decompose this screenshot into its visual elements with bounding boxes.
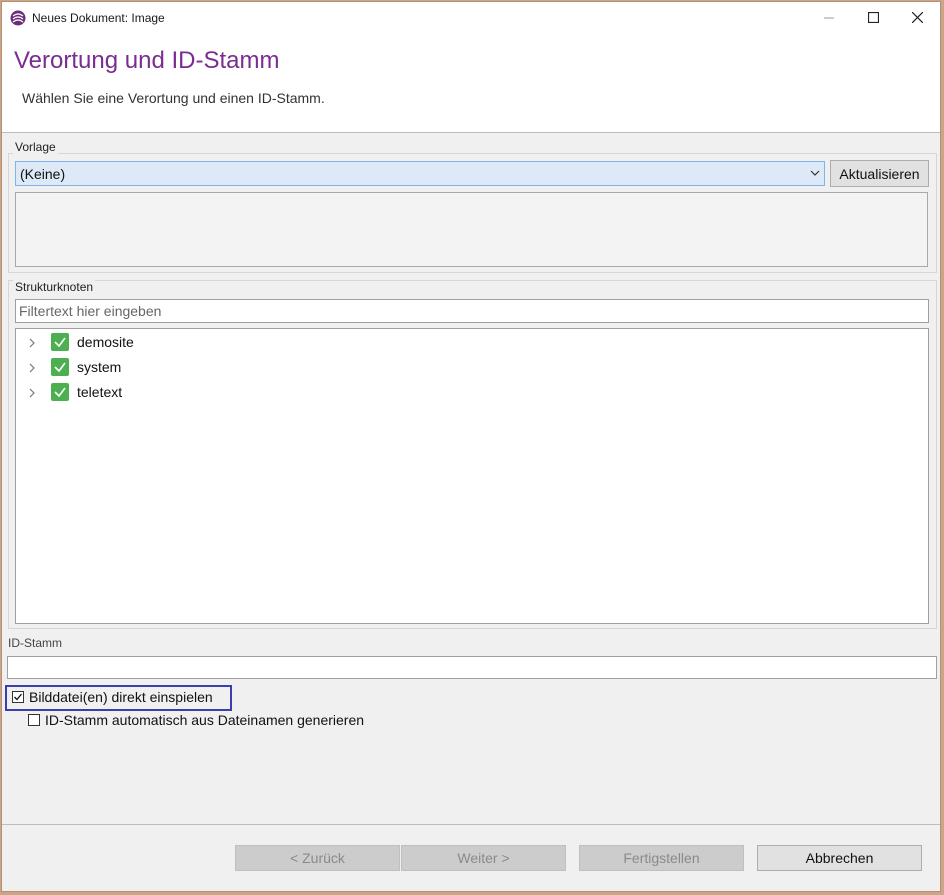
checkbox-unchecked-icon[interactable] <box>28 714 40 726</box>
title-bar: Neues Dokument: Image <box>2 2 940 33</box>
tree-node-teletext[interactable]: teletext <box>16 381 316 406</box>
chevron-right-icon[interactable] <box>26 337 38 349</box>
auto-id-label: ID-Stamm automatisch aus Dateinamen gene… <box>45 712 365 728</box>
checkbox-checked-icon[interactable] <box>12 691 24 703</box>
strukturknoten-label: Strukturknoten <box>13 280 96 294</box>
tree-node-system[interactable]: system <box>16 356 316 381</box>
cancel-button[interactable]: Abbrechen <box>757 845 922 871</box>
bilddatei-label: Bilddatei(en) direkt einspielen <box>29 689 213 705</box>
idstamm-field[interactable] <box>8 657 940 680</box>
minimize-button[interactable] <box>806 2 852 33</box>
maximize-button[interactable] <box>850 2 896 33</box>
vorlage-description <box>15 192 928 267</box>
aktualisieren-button[interactable]: Aktualisieren <box>830 160 929 187</box>
page-subtitle: Wählen Sie eine Verortung und einen ID-S… <box>22 90 325 106</box>
dialog-window: Neues Dokument: Image Verortung und ID-S… <box>1 1 941 892</box>
bilddatei-checkbox[interactable]: Bilddatei(en) direkt einspielen <box>12 688 230 708</box>
window-title: Neues Dokument: Image <box>32 11 165 25</box>
idstamm-label: ID-Stamm <box>8 636 62 650</box>
tree-node-label: teletext <box>77 384 123 400</box>
tree-node-label: demosite <box>77 334 134 350</box>
close-icon <box>911 12 923 23</box>
next-button[interactable]: Weiter > <box>401 845 566 871</box>
structure-tree: demosite system teletext <box>15 328 929 624</box>
filter-input[interactable] <box>16 300 928 322</box>
maximize-icon <box>867 12 879 23</box>
footer-divider <box>2 824 940 825</box>
filter-input-wrapper <box>15 299 929 323</box>
chevron-right-icon[interactable] <box>26 362 38 374</box>
tree-node-label: system <box>77 359 122 375</box>
tree-node-demosite[interactable]: demosite <box>16 331 316 356</box>
close-button[interactable] <box>894 2 940 33</box>
vorlage-selected-value: (Keine) <box>20 166 66 182</box>
chevron-right-icon[interactable] <box>26 387 38 399</box>
idstamm-field-wrapper <box>7 656 940 680</box>
vorlage-label: Vorlage <box>13 140 58 154</box>
vorlage-select[interactable]: (Keine) <box>15 161 825 186</box>
page-title: Verortung und ID-Stamm <box>14 47 280 74</box>
checkbox-checked-icon[interactable] <box>51 383 69 401</box>
auto-id-checkbox[interactable]: ID-Stamm automatisch aus Dateinamen gene… <box>28 711 388 731</box>
back-button[interactable]: < Zurück <box>235 845 400 871</box>
app-logo-icon <box>10 10 26 26</box>
checkbox-checked-icon[interactable] <box>51 333 69 351</box>
chevron-down-icon <box>810 170 820 176</box>
wizard-header: Verortung und ID-Stamm Wählen Sie eine V… <box>2 33 940 133</box>
checkbox-checked-icon[interactable] <box>51 358 69 376</box>
finish-button[interactable]: Fertigstellen <box>579 845 744 871</box>
minimize-icon <box>824 17 834 18</box>
